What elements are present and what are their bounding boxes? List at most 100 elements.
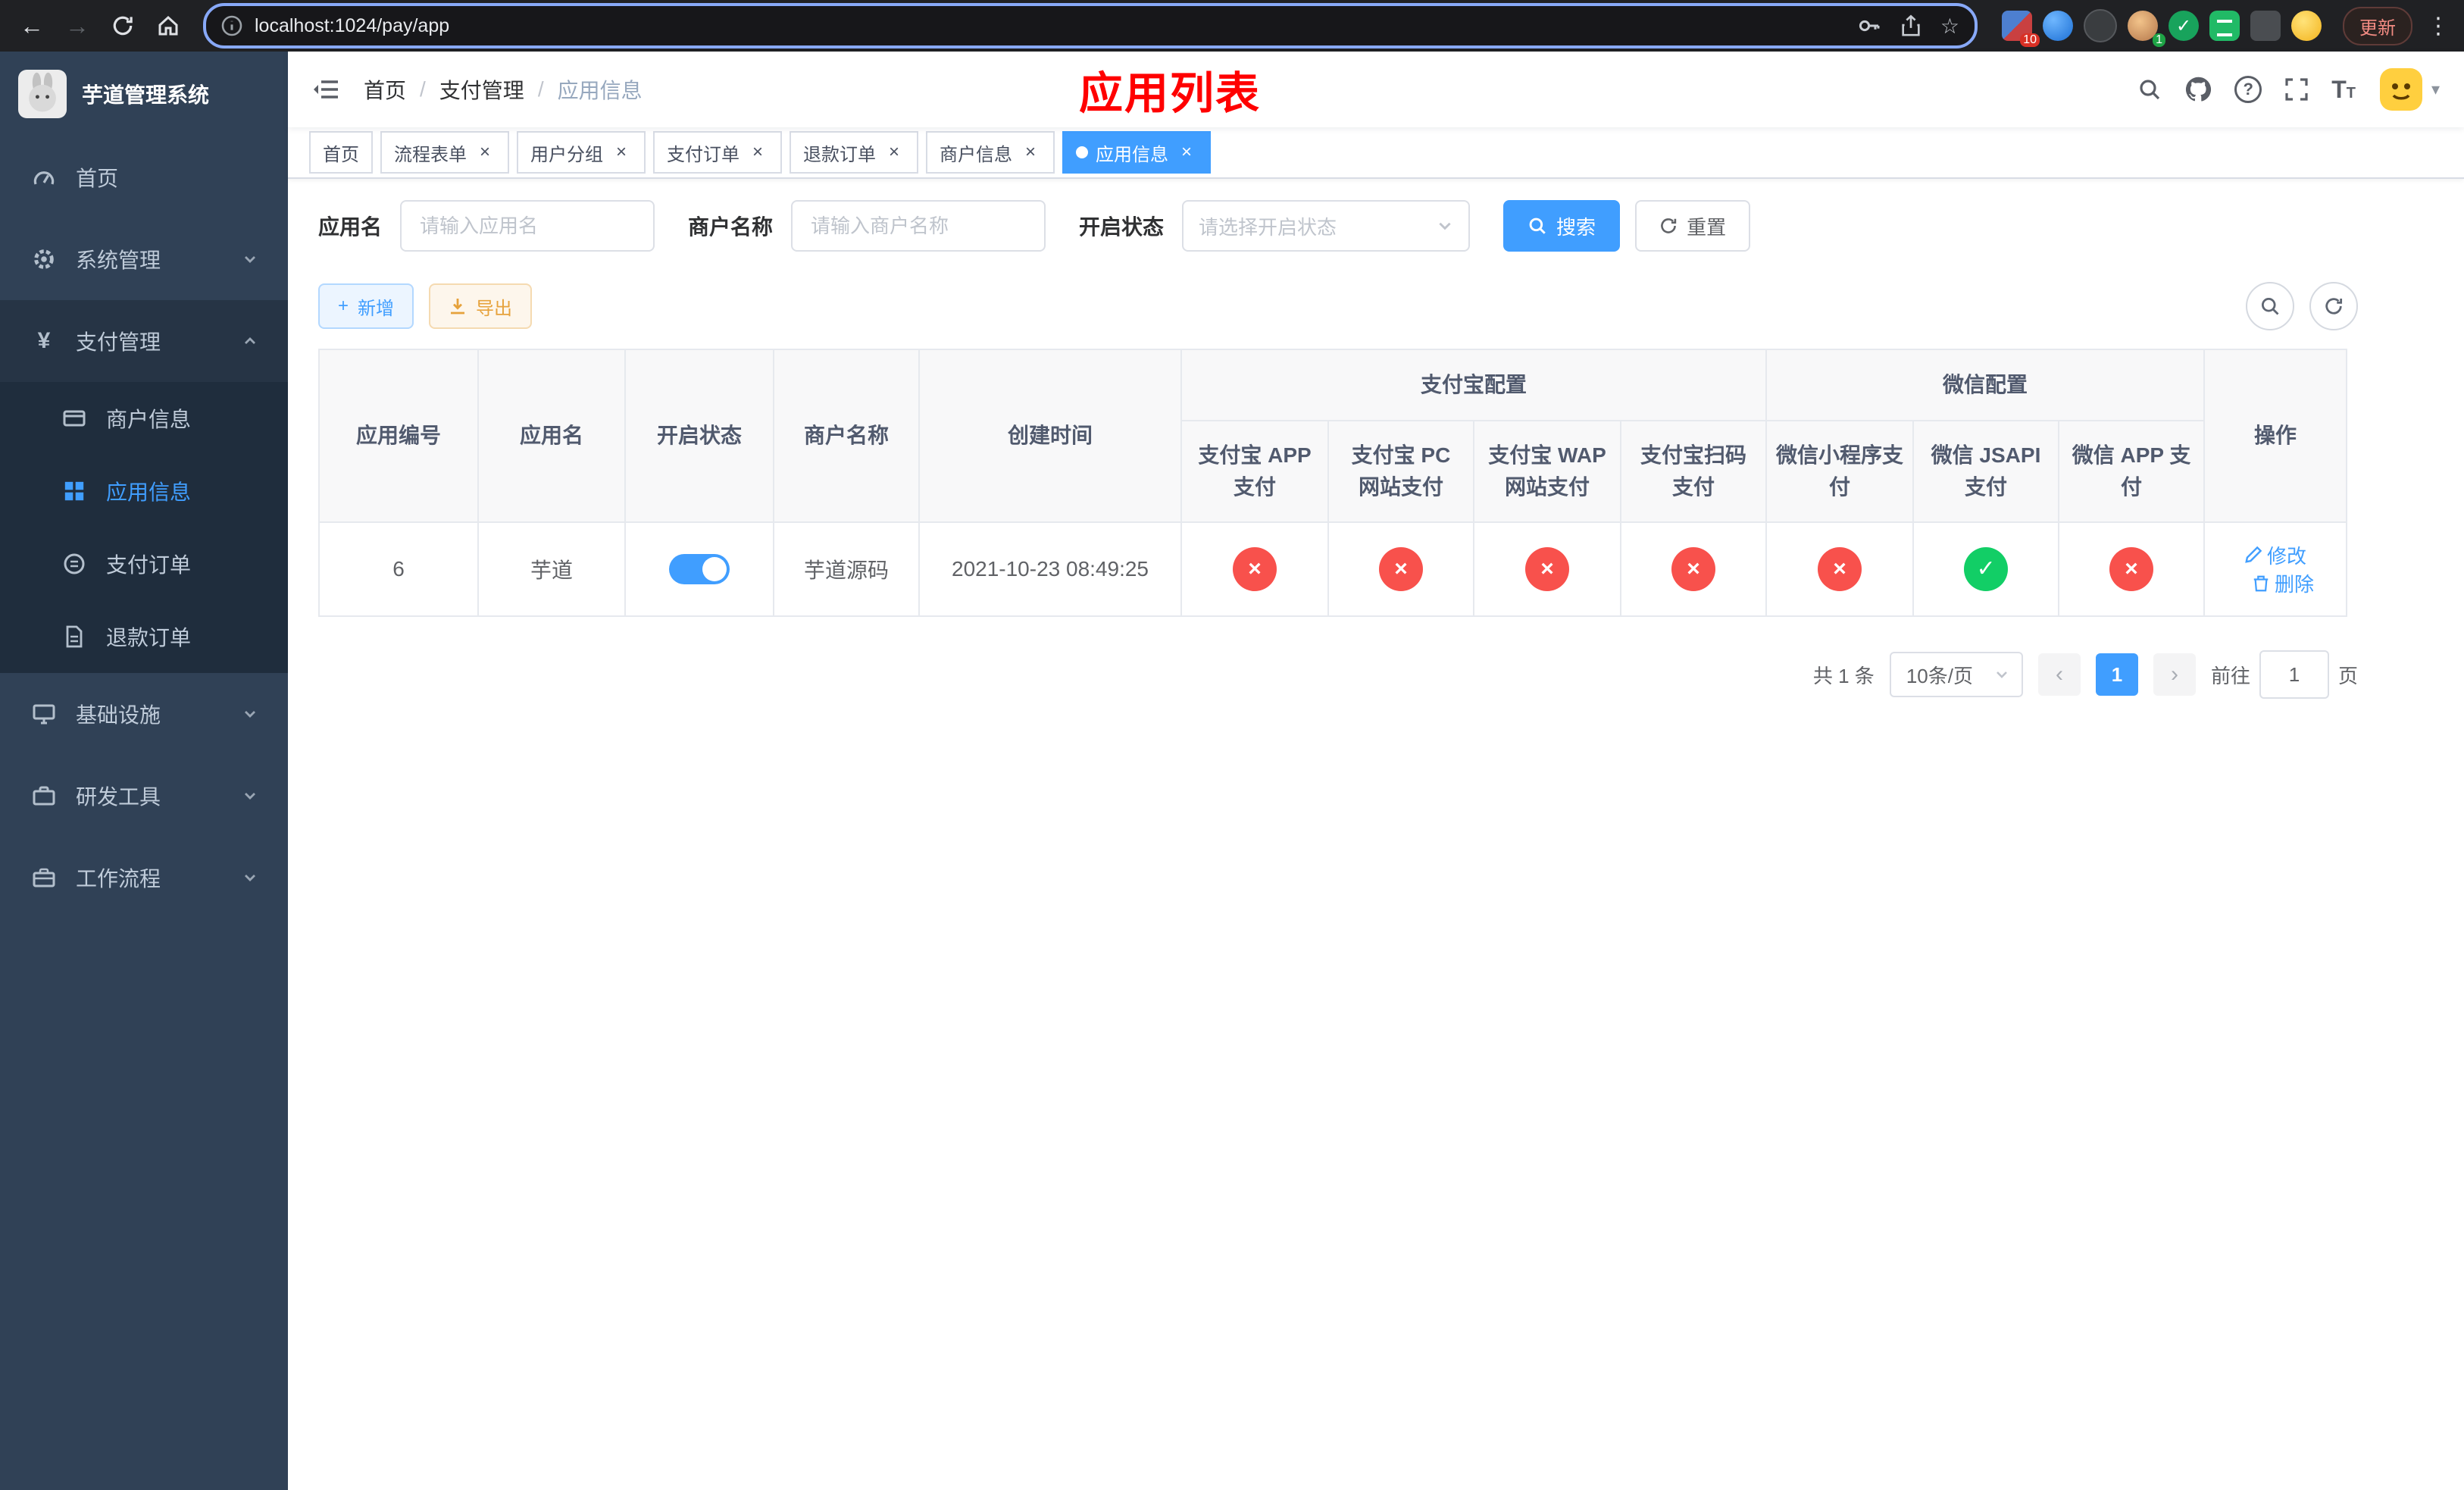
col-group-wechat: 微信配置 [1765,349,2206,421]
edit-link[interactable]: 修改 [2244,541,2306,569]
sidebar-item-system[interactable]: 系统管理 [0,218,288,300]
profile-badge: 1 [2153,33,2165,47]
extension-icon-3[interactable] [2084,9,2117,42]
sidebar-item-merchant-info[interactable]: 商户信息 [0,382,288,455]
apps-table: 应用编号 应用名 开启状态 商户名称 创建时间 支付宝配置 微信配置 操作 支付… [318,349,2348,617]
table-toolbar: + 新增 导出 [318,282,2358,330]
active-dot-icon [1076,146,1088,158]
status-select[interactable]: 请选择开启状态 [1182,200,1471,252]
app-logo[interactable]: 芋道管理系统 [0,52,288,136]
sidebar-item-label: 系统管理 [76,249,161,272]
sidebar-item-payment[interactable]: ¥ 支付管理 [0,300,288,382]
extension-icon-7[interactable] [2250,11,2281,41]
add-button[interactable]: + 新增 [318,283,414,329]
sidebar-item-label: 工作流程 [76,867,161,891]
github-icon[interactable] [2184,76,2212,103]
table-row: 6 芋道 芋道源码 2021-10-23 08:49:25 × × × × × [318,521,2348,617]
cell-app-name: 芋道 [477,521,626,617]
breadcrumb-item-payment[interactable]: 支付管理 [406,74,524,105]
extension-icon-5[interactable]: ✓ [2169,11,2199,41]
page-size-value: 10条/页 [1906,664,1973,687]
breadcrumb-label: 支付管理 [439,79,524,102]
goto-page-input[interactable] [2259,650,2329,699]
close-icon[interactable]: × [883,142,905,163]
close-icon[interactable]: × [1020,142,1041,163]
app-name-input[interactable] [400,200,655,252]
export-button[interactable]: 导出 [429,283,533,329]
tab-process-form[interactable]: 流程表单 × [380,131,509,174]
help-icon[interactable]: ? [2234,76,2262,103]
toggle-search-button[interactable] [2246,282,2294,330]
home-button[interactable] [149,6,188,45]
close-icon[interactable]: × [611,142,632,163]
extension-icon-2[interactable] [2043,11,2073,41]
site-info-icon[interactable] [221,15,242,36]
font-size-icon[interactable]: TT [2331,77,2356,102]
fullscreen-icon[interactable] [2284,77,2309,102]
refresh-table-button[interactable] [2309,282,2358,330]
pencil-icon [2245,546,2262,563]
close-icon[interactable]: × [747,142,768,163]
tab-label: 首页 [323,144,359,165]
browser-menu-button[interactable]: ⋮ [2425,13,2452,39]
tab-home[interactable]: 首页 [309,131,373,174]
reset-button[interactable]: 重置 [1635,200,1751,252]
chevron-down-icon [242,252,258,267]
breadcrumb-item-home[interactable]: 首页 [364,74,406,105]
refresh-icon [2325,298,2343,315]
sidebar-item-app-info[interactable]: 应用信息 [0,455,288,527]
sidebar-item-payment-orders[interactable]: 支付订单 [0,527,288,600]
tab-user-group[interactable]: 用户分组 × [517,131,646,174]
status-toggle[interactable] [669,554,730,584]
prev-page-button[interactable]: ‹ [2037,653,2081,696]
tab-app-info[interactable]: 应用信息 × [1062,131,1211,174]
next-page-button[interactable]: › [2153,653,2196,696]
forward-button[interactable]: → [58,6,97,45]
pagination: 共 1 条 10条/页 ‹ 1 › 前往 页 [318,650,2358,699]
page-number-button[interactable]: 1 [2095,653,2138,696]
sidebar-item-label: 商户信息 [106,408,192,431]
tab-refund-orders[interactable]: 退款订单 × [790,131,918,174]
sidebar-item-infrastructure[interactable]: 基础设施 [0,673,288,755]
close-icon[interactable]: × [1176,142,1197,163]
extension-icon-6[interactable] [2209,11,2240,41]
search-icon [1529,218,1546,234]
col-header-alipay-wap: 支付宝 WAP 网站支付 [1473,420,1621,523]
merchant-name-input[interactable] [791,200,1046,252]
search-button[interactable]: 搜索 [1503,200,1621,252]
update-button[interactable]: 更新 [2343,6,2412,45]
sidebar-item-label: 基础设施 [76,703,161,727]
sidebar-item-dev-tools[interactable]: 研发工具 [0,755,288,837]
app-name-label: 应用名 [318,215,383,239]
page-size-select[interactable]: 10条/页 [1889,652,2023,697]
user-menu[interactable]: ▾ [2378,67,2440,112]
extension-icon-1[interactable]: 10 [2002,11,2040,47]
delete-link[interactable]: 删除 [2252,569,2314,597]
cell-wechat-lite: × [1765,521,1915,617]
password-key-icon[interactable] [1857,14,1881,38]
col-header-alipay-pc: 支付宝 PC 网站支付 [1327,420,1474,523]
search-icon[interactable] [2137,77,2162,102]
page-content: 应用名 商户名称 开启状态 请选择开启状态 搜索 [288,179,2464,1490]
sidebar-item-workflow[interactable]: 工作流程 [0,837,288,919]
refresh-icon [1661,218,1677,233]
sidebar-item-refund-orders[interactable]: 退款订单 [0,600,288,673]
bookmark-star-icon[interactable]: ☆ [1940,14,1959,39]
tab-payment-orders[interactable]: 支付订单 × [653,131,782,174]
tab-label: 应用信息 [1096,144,1168,165]
refresh-button[interactable] [103,6,142,45]
sidebar-collapse-button[interactable] [312,77,339,102]
profile-avatar-icon[interactable] [2291,11,2322,41]
sidebar-item-label: 退款订单 [106,626,192,650]
sidebar-item-label: 研发工具 [76,785,161,809]
extension-icon-4[interactable]: 1 [2128,11,2165,47]
share-icon[interactable] [1900,14,1922,37]
back-button[interactable]: ← [12,6,52,45]
toolbox-icon [30,784,58,808]
chevron-down-icon [242,706,258,722]
tab-merchant-info[interactable]: 商户信息 × [926,131,1055,174]
close-icon[interactable]: × [474,142,496,163]
sidebar-item-home[interactable]: 首页 [0,136,288,218]
address-bar[interactable]: localhost:1024/pay/app ☆ [203,3,1978,49]
tab-label: 退款订单 [803,144,876,165]
